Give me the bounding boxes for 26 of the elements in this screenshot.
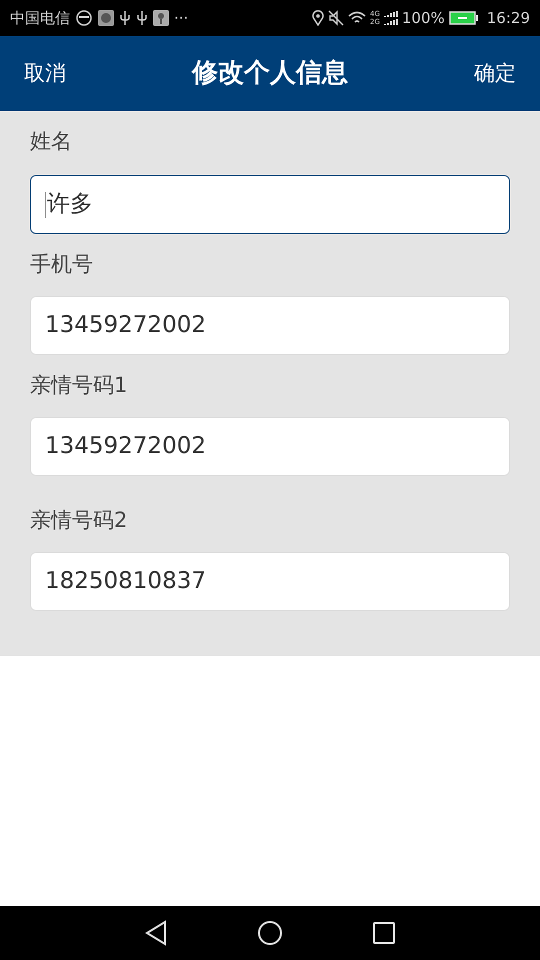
app-icon [98, 10, 114, 26]
field-label: 手机号 [30, 251, 94, 278]
home-icon[interactable] [257, 920, 283, 946]
signal-icon [384, 10, 398, 26]
field-label: 姓名 [30, 128, 73, 156]
field-label: 亲情号码1 [30, 372, 128, 400]
recents-icon[interactable] [373, 922, 395, 944]
battery-icon [448, 10, 479, 26]
location-icon [312, 10, 324, 26]
more-indicator: ··· [174, 8, 188, 29]
cancel-button[interactable]: 取消 [24, 58, 66, 90]
usb-icon [136, 10, 148, 26]
carrier-name: 中国电信 [10, 8, 70, 29]
app-icon [153, 10, 169, 26]
clock: 16:29 [486, 8, 530, 29]
text-field[interactable]: 13459272002 [30, 296, 510, 355]
text-field[interactable]: 13459272002 [30, 417, 510, 476]
text-field[interactable]: 18250810837 [30, 552, 510, 611]
field-label: 亲情号码2 [30, 507, 128, 534]
text-field[interactable]: 许多 [30, 175, 510, 234]
battery-percent: 100% [402, 8, 445, 29]
back-icon[interactable] [145, 920, 167, 946]
usb-icon [119, 10, 131, 26]
muted-speaker-icon [328, 10, 344, 26]
confirm-button[interactable]: 确定 [474, 58, 516, 90]
page-title: 修改个人信息 [192, 57, 348, 90]
